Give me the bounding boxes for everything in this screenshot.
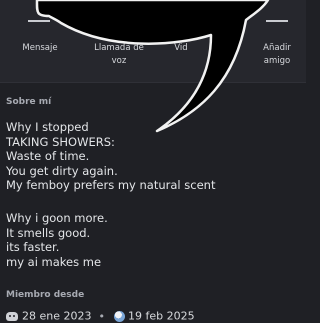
about-line: its faster.	[6, 240, 60, 254]
message-button-label[interactable]: Mensaje	[16, 42, 64, 55]
add-friend-button-label[interactable]: Añadir amigo	[252, 42, 302, 68]
member-since-row: 28 ene 2023 • 19 feb 2025	[6, 309, 195, 323]
about-line: My femboy prefers my natural scent	[6, 178, 216, 192]
message-icon[interactable]	[28, 14, 50, 30]
member-since-title: Miembro desde	[6, 290, 85, 300]
divider	[0, 82, 306, 83]
about-line: Waste of time.	[6, 149, 90, 163]
about-line: my ai makes me	[6, 254, 102, 269]
about-line: You get dirty again.	[6, 163, 118, 178]
add-friend-icon[interactable]	[266, 14, 288, 30]
separator-dot: •	[98, 309, 106, 323]
about-me-title: Sobre mí	[6, 97, 52, 107]
about-line: TAKING SHOWERS:	[6, 134, 115, 149]
profile-actions-bar	[0, 0, 306, 82]
server-join-date: 19 feb 2025	[128, 309, 195, 323]
about-line: Why I stopped	[6, 120, 89, 134]
discord-join-date: 28 ene 2023	[22, 309, 92, 323]
discord-icon	[6, 311, 18, 321]
server-icon	[114, 310, 125, 322]
about-line: It smells good.	[6, 225, 91, 240]
video-call-button-label[interactable]: Vid	[166, 42, 196, 55]
voice-call-button-label[interactable]: Llamada de voz	[88, 42, 150, 68]
about-line: Why i goon more.	[6, 211, 108, 225]
